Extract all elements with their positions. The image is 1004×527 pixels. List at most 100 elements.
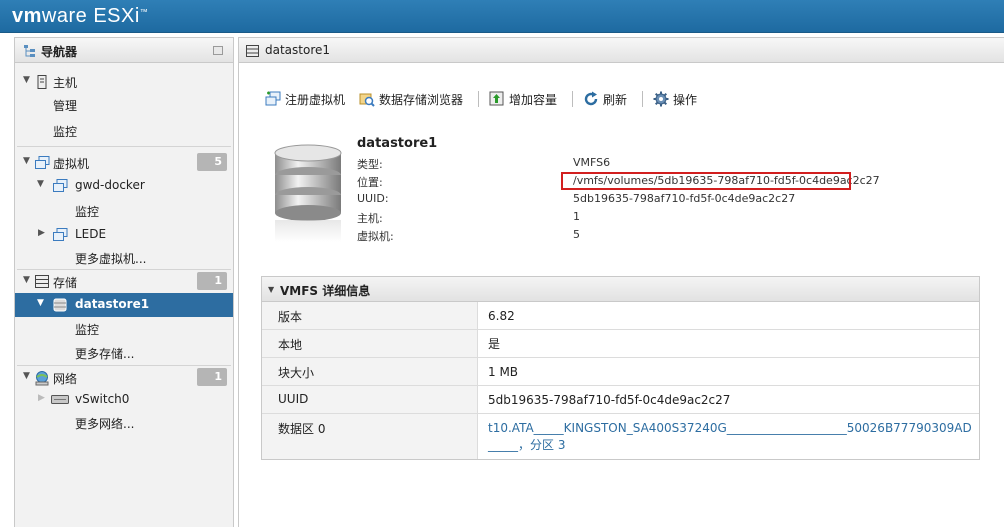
collapse-arrow-icon[interactable]: ▼ [268,285,274,294]
expand-arrow-icon[interactable]: ▼ [23,371,30,381]
nav-item-host-monitor[interactable]: 监控 [15,119,233,143]
nav-item-host[interactable]: ▼ 主机 [15,70,233,94]
details-row-version: 版本 6.82 [262,302,979,330]
navigator-title: 导航器 [41,45,78,59]
vmfs-details-title: VMFS 详细信息 [280,284,371,298]
details-key: 版本 [262,302,478,329]
nav-item-network[interactable]: ▼ 网络 1 [15,366,233,390]
register-vm-label: 注册虚拟机 [285,93,346,107]
more-storage-link: 更多存储... [75,347,135,361]
storage-count-badge: 1 [197,272,227,290]
toolbar-divider [572,91,573,107]
vmfs-details-panel: ▼ VMFS 详细信息 版本 6.82 本地 是 块大小 1 MB UUID 5… [261,276,980,460]
details-value: 5db19635-798af710-fd5f-0c4de9ac2c27 [488,393,731,407]
datastore-browser-icon [359,93,375,107]
location-highlight-box [561,172,851,190]
main-panel: datastore1 注册虚拟机 数据存储浏览器 增加容量 刷新 操作 data… [238,37,1004,527]
toolbar-divider [642,91,643,107]
divider [17,146,231,147]
vm-icon [53,228,68,241]
nav-item-vms[interactable]: ▼ 虚拟机 5 [15,151,233,175]
datastore-browser-button[interactable]: 数据存储浏览器 [359,90,469,110]
vswitch-icon [51,395,69,404]
details-key: 本地 [262,330,478,357]
vswitch-label: vSwitch0 [75,392,130,406]
network-icon [35,371,49,386]
expand-arrow-icon[interactable]: ▼ [37,298,44,308]
increase-capacity-icon [489,91,504,106]
datastore-icon [53,298,67,312]
vms-label: 虚拟机: [357,230,394,243]
navigator-panel: 导航器 ▼ 主机 管理 监控 ▼ 虚拟机 5 ▼ gwd-docker 监控 ▶… [14,37,234,527]
nav-item-vm-gwd-docker[interactable]: ▼ gwd-docker [15,174,233,198]
network-count-badge: 1 [197,368,227,386]
datastore-name: datastore1 [357,136,438,151]
nav-item-datastore1[interactable]: ▼ datastore1 [15,293,233,317]
more-vms-link: 更多虚拟机... [75,252,147,266]
nav-item-more-storage[interactable]: 更多存储... [15,341,233,365]
vmfs-details-header[interactable]: ▼ VMFS 详细信息 [262,277,979,302]
vm-icon [53,179,68,192]
top-brand-bar: vmware ESXi™ [0,0,1004,33]
vmware-esxi-logo: vmware ESXi™ [12,5,149,27]
details-row-local: 本地 是 [262,330,979,358]
vm-name-label: LEDE [75,227,107,241]
navigator-icon [24,45,35,57]
nav-manage-label: 管理 [53,99,78,113]
details-key: 数据区 0 [262,414,478,459]
details-value: 1 MB [488,365,519,379]
datastore-icon [246,45,259,57]
nav-monitor-label: 监控 [75,205,100,219]
nav-item-host-manage[interactable]: 管理 [15,93,233,117]
nav-item-vswitch0[interactable]: ▶ vSwitch0 [15,388,233,412]
nav-host-label: 主机 [53,76,78,90]
vm-count-badge: 5 [197,153,227,171]
nav-item-storage-monitor[interactable]: 监控 [15,317,233,341]
actions-label: 操作 [673,93,698,107]
location-label: 位置: [357,176,383,189]
increase-capacity-label: 增加容量 [509,93,558,107]
nav-monitor-label: 监控 [75,323,100,337]
expand-arrow-icon[interactable]: ▶ [38,228,45,238]
nav-monitor-label: 监控 [53,125,78,139]
vms-value: 5 [573,228,580,241]
nav-item-vm-lede[interactable]: ▶ LEDE [15,223,233,247]
nav-item-more-networks[interactable]: 更多网络... [15,411,233,435]
nav-network-label: 网络 [53,372,78,386]
main-title: datastore1 [265,43,331,57]
hosts-value: 1 [573,210,580,223]
refresh-label: 刷新 [603,93,628,107]
expand-arrow-icon[interactable]: ▼ [37,179,44,189]
nav-storage-label: 存储 [53,276,78,290]
expand-arrow-icon[interactable]: ▼ [23,75,30,85]
increase-capacity-button[interactable]: 增加容量 [489,90,563,110]
toolbar-divider [478,91,479,107]
register-vm-button[interactable]: 注册虚拟机 [265,90,351,110]
nav-vms-label: 虚拟机 [53,157,90,171]
expand-arrow-icon[interactable]: ▼ [23,156,30,166]
refresh-button[interactable]: 刷新 [583,90,633,110]
main-header: datastore1 [239,38,1004,63]
type-value: VMFS6 [573,156,611,169]
refresh-icon [584,91,598,106]
uuid-label: UUID: [357,192,389,205]
collapse-navigator-button[interactable] [213,46,223,55]
vm-icon [35,156,50,169]
nav-item-vm-monitor[interactable]: 监控 [15,199,233,223]
details-value: 是 [488,337,501,351]
hosts-label: 主机: [357,212,383,225]
details-value: 6.82 [488,309,515,323]
navigator-header: 导航器 [15,38,233,63]
actions-button[interactable]: 操作 [653,90,703,110]
register-vm-icon [265,91,281,106]
vm-name-label: gwd-docker [75,178,145,192]
more-networks-link: 更多网络... [75,417,135,431]
expand-arrow-icon[interactable]: ▶ [38,393,45,403]
expand-arrow-icon[interactable]: ▼ [23,275,30,285]
extent-link[interactable]: t10.ATA_____KINGSTON_SA400S37240G_______… [488,420,976,454]
storage-icon [35,275,49,288]
uuid-value: 5db19635-798af710-fd5f-0c4de9ac2c27 [573,192,796,205]
nav-item-storage[interactable]: ▼ 存储 1 [15,270,233,294]
datastore-browser-label: 数据存储浏览器 [379,93,464,107]
nav-item-more-vms[interactable]: 更多虚拟机... [15,246,233,270]
